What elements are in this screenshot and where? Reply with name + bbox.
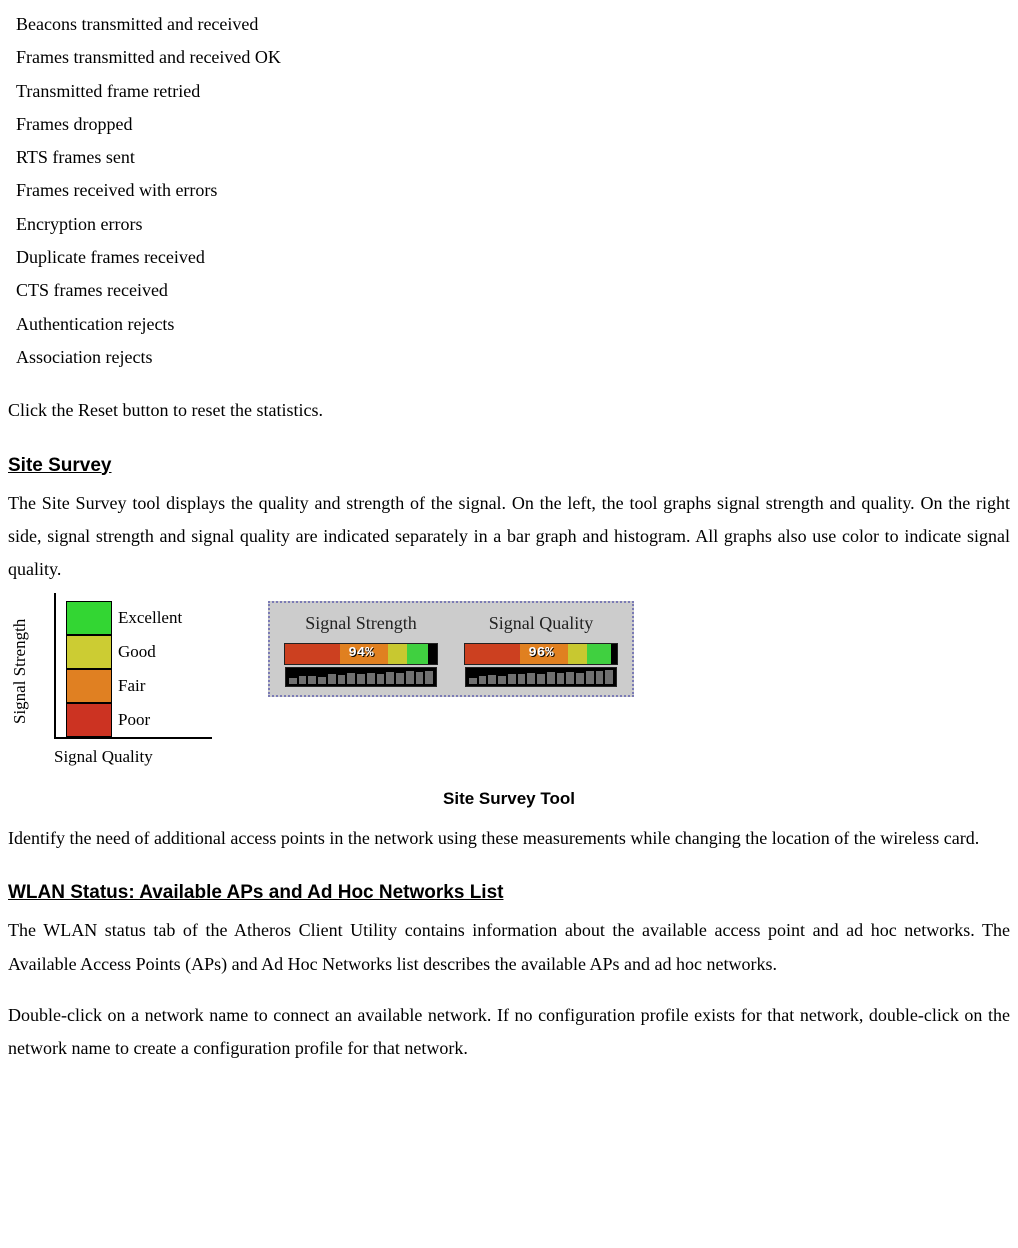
gauge-band-excellent: Excellent — [66, 601, 182, 635]
gauge-band-good: Good — [66, 635, 182, 669]
signal-quality-title: Signal Quality — [489, 607, 594, 640]
color-swatch — [66, 703, 112, 737]
signal-panel: Signal Strength 94% — [268, 601, 634, 697]
signal-quality-bar: 96% — [464, 643, 618, 665]
list-item: Encryption errors — [16, 208, 1010, 241]
signal-strength-value: 94% — [348, 641, 373, 667]
band-label: Good — [118, 636, 156, 667]
list-item: Association rejects — [16, 341, 1010, 374]
list-item: Beacons transmitted and received — [16, 8, 1010, 41]
gauge-band-fair: Fair — [66, 669, 182, 703]
signal-strength-bar: 94% — [284, 643, 438, 665]
x-axis-label: Signal Quality — [54, 741, 153, 772]
band-label: Excellent — [118, 602, 182, 633]
site-survey-paragraph: The Site Survey tool displays the qualit… — [8, 487, 1010, 587]
gauge-band-poor: Poor — [66, 703, 182, 737]
list-item: Frames transmitted and received OK — [16, 41, 1010, 74]
signal-strength-column: Signal Strength 94% — [280, 607, 442, 687]
wlan-status-heading: WLAN Status: Available APs and Ad Hoc Ne… — [8, 875, 1010, 910]
list-item: Frames received with errors — [16, 174, 1010, 207]
list-item: CTS frames received — [16, 274, 1010, 307]
gauge-bands: Excellent Good Fair Poor — [66, 601, 182, 737]
figure-caption: Site Survey Tool — [8, 783, 1010, 814]
signal-quality-histogram — [465, 667, 617, 687]
list-item: Frames dropped — [16, 108, 1010, 141]
color-swatch — [66, 669, 112, 703]
color-swatch — [66, 601, 112, 635]
list-item: RTS frames sent — [16, 141, 1010, 174]
site-survey-heading: Site Survey — [8, 448, 1010, 483]
list-item: Transmitted frame retried — [16, 75, 1010, 108]
signal-strength-title: Signal Strength — [305, 607, 417, 640]
signal-quality-column: Signal Quality 96% — [460, 607, 622, 687]
band-label: Poor — [118, 704, 150, 735]
list-item: Authentication rejects — [16, 308, 1010, 341]
gauge-chart: Signal Strength Excellent Good Fair Poor — [8, 593, 218, 773]
y-axis-label: Signal Strength — [4, 611, 24, 731]
list-item: Duplicate frames received — [16, 241, 1010, 274]
color-swatch — [66, 635, 112, 669]
band-label: Fair — [118, 670, 145, 701]
signal-quality-value: 96% — [528, 641, 553, 667]
statistics-list: Beacons transmitted and received Frames … — [16, 8, 1010, 374]
wlan-paragraph-2: Double-click on a network name to connec… — [8, 999, 1010, 1066]
signal-strength-histogram — [285, 667, 437, 687]
identify-paragraph: Identify the need of additional access p… — [8, 822, 1010, 855]
figures-row: Signal Strength Excellent Good Fair Poor — [8, 593, 1010, 773]
wlan-paragraph-1: The WLAN status tab of the Atheros Clien… — [8, 914, 1010, 981]
reset-paragraph: Click the Reset button to reset the stat… — [8, 394, 1010, 427]
